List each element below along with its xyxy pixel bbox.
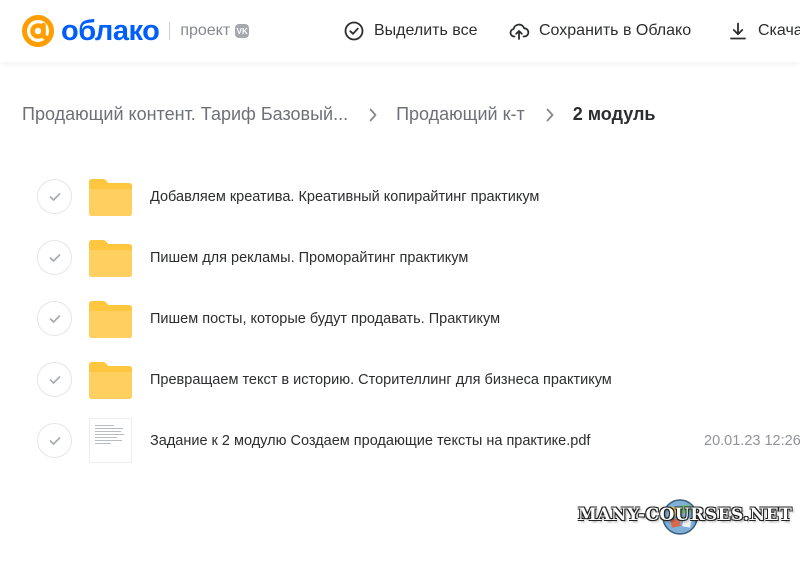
logo-text: облако xyxy=(61,14,160,47)
top-bar: облако проект VK Выделить все Сохранить … xyxy=(0,0,800,62)
project-link[interactable]: проект VK xyxy=(180,22,250,40)
select-checkbox[interactable] xyxy=(37,179,72,214)
chevron-right-icon xyxy=(369,108,377,121)
watermark: MANY-COURSES.NET xyxy=(578,499,793,535)
folder-icon xyxy=(88,238,133,278)
file-name: Добавляем креатива. Креативный копирайти… xyxy=(150,188,540,205)
check-icon xyxy=(49,192,60,201)
download-button[interactable]: Скачать xyxy=(727,0,800,62)
folder-icon xyxy=(88,360,133,400)
chevron-right-icon xyxy=(546,108,554,121)
cloud-upload-icon xyxy=(509,23,530,40)
breadcrumb: Продающий контент. Тариф Базовый... Прод… xyxy=(22,104,656,125)
logo-divider xyxy=(169,22,171,40)
file-list: Добавляем креатива. Креативный копирайти… xyxy=(0,166,800,471)
list-item[interactable]: Превращаем текст в историю. Сторителлинг… xyxy=(0,349,800,410)
list-item[interactable]: Пишем для рекламы. Проморайтинг практику… xyxy=(0,227,800,288)
select-all-button[interactable]: Выделить все xyxy=(343,0,477,62)
list-item[interactable]: Задание к 2 модулю Создаем продающие тек… xyxy=(0,410,800,471)
check-circle-icon xyxy=(344,21,364,41)
check-icon xyxy=(49,436,60,445)
check-icon xyxy=(49,253,60,262)
cloud-logo[interactable]: облако xyxy=(20,13,160,49)
breadcrumb-item-course[interactable]: Продающий контент. Тариф Базовый... xyxy=(22,104,348,125)
file-name: Пишем для рекламы. Проморайтинг практику… xyxy=(150,249,469,266)
download-icon xyxy=(730,22,746,40)
check-icon xyxy=(49,375,60,384)
select-checkbox[interactable] xyxy=(37,362,72,397)
folder-icon xyxy=(88,177,133,217)
project-label: проект xyxy=(180,22,231,39)
list-item[interactable]: Пишем посты, которые будут продавать. Пр… xyxy=(0,288,800,349)
save-to-cloud-label: Сохранить в Облако xyxy=(539,22,692,39)
file-name: Пишем посты, которые будут продавать. Пр… xyxy=(150,310,501,327)
breadcrumb-current: 2 модуль xyxy=(572,104,656,124)
list-item[interactable]: Добавляем креатива. Креативный копирайти… xyxy=(0,166,800,227)
select-checkbox[interactable] xyxy=(37,240,72,275)
folder-icon xyxy=(88,299,133,339)
save-to-cloud-button[interactable]: Сохранить в Облако xyxy=(508,0,691,62)
pdf-thumbnail-icon xyxy=(89,418,132,463)
select-checkbox[interactable] xyxy=(37,423,72,458)
check-icon xyxy=(49,314,60,323)
file-name: Превращаем текст в историю. Сторителлинг… xyxy=(150,371,612,388)
select-all-label: Выделить все xyxy=(374,22,478,39)
breadcrumb-item-folder[interactable]: Продающий к-т xyxy=(396,104,525,125)
select-checkbox[interactable] xyxy=(37,301,72,336)
download-label: Скачать xyxy=(758,22,800,39)
file-date: 20.01.23 12:26 xyxy=(704,432,800,449)
file-name: Задание к 2 модулю Создаем продающие тек… xyxy=(150,432,591,449)
watermark-text: MANY-COURSES.NET xyxy=(578,505,793,525)
at-sign-icon xyxy=(22,15,54,47)
vk-icon: VK xyxy=(235,24,250,38)
